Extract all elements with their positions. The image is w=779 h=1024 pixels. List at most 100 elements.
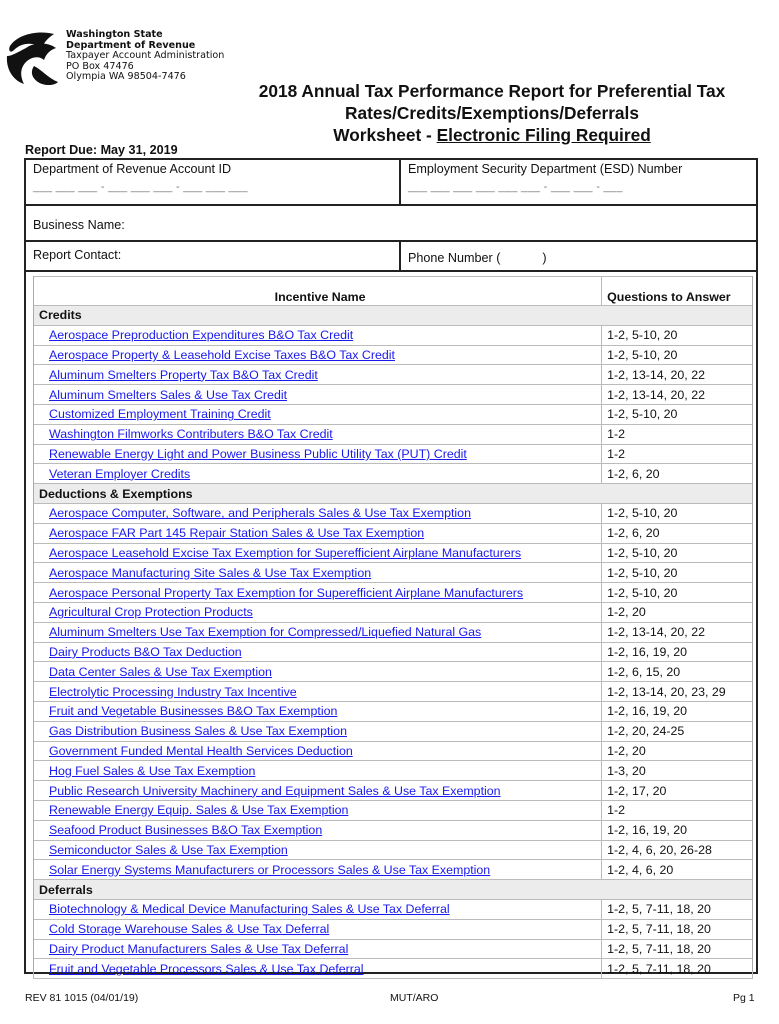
table-row: Aerospace Preproduction Expenditures B&O… [32, 324, 753, 346]
table-row: Aluminum Smelters Sales & Use Tax Credit… [32, 384, 753, 405]
table-header-row: Incentive Name Questions to Answer [32, 276, 753, 306]
incentive-link[interactable]: Cold Storage Warehouse Sales & Use Tax D… [49, 922, 329, 936]
questions-cell: 1-2, 4, 6, 20 [601, 859, 753, 881]
questions-cell: 1-2, 16, 19, 20 [601, 819, 753, 841]
incentive-link[interactable]: Dairy Product Manufacturers Sales & Use … [49, 942, 348, 956]
table-row: Agricultural Crop Protection Products 1-2… [32, 601, 753, 623]
table-row: Aluminum Smelters Use Tax Exemption for … [32, 621, 753, 643]
agency-city: Olympia WA 98504-7476 [66, 71, 186, 83]
account-id-field[interactable]: ___ ___ ___ - ___ ___ ___ - ___ ___ ___ [33, 181, 248, 193]
incentive-name-cell: Veteran Employer Credits [32, 463, 603, 485]
incentive-link[interactable]: Aerospace Computer, Software, and Periph… [49, 506, 471, 520]
incentive-link[interactable]: Seafood Product Businesses B&O Tax Exemp… [49, 823, 322, 837]
incentive-link[interactable]: Hog Fuel Sales & Use Tax Exemption [49, 764, 255, 778]
incentive-name-cell: Renewable Energy Equip. Sales & Use Tax … [32, 799, 603, 821]
incentive-link[interactable]: Agricultural Crop Protection Products [49, 605, 253, 619]
incentive-name-cell: Agricultural Crop Protection Products [32, 601, 603, 623]
questions-cell: 1-2, 5, 7-11, 18, 20 [601, 898, 753, 920]
incentive-link[interactable]: Solar Energy Systems Manufacturers or Pr… [49, 863, 490, 877]
incentive-link[interactable]: Aerospace Property & Leasehold Excise Ta… [49, 348, 395, 362]
incentive-link[interactable]: Electrolytic Processing Industry Tax Inc… [49, 685, 297, 699]
divider [24, 240, 758, 242]
incentive-link[interactable]: Renewable Energy Light and Power Busines… [49, 447, 467, 461]
incentive-link[interactable]: Semiconductor Sales & Use Tax Exemption [49, 843, 288, 857]
incentive-name-cell: Aerospace Computer, Software, and Periph… [32, 502, 603, 524]
phone-number-field[interactable]: Phone Number ( ) [408, 251, 547, 265]
incentive-link[interactable]: Gas Distribution Business Sales & Use Ta… [49, 724, 347, 738]
incentive-link[interactable]: Fruit and Vegetable Businesses B&O Tax E… [49, 704, 337, 718]
questions-cell: 1-2, 5-10, 20 [601, 344, 753, 366]
divider [24, 204, 758, 206]
questions-cell: 1-2, 13-14, 20, 22 [601, 621, 753, 643]
section-title: Credits [33, 305, 753, 326]
section-header-row: Deferrals [33, 879, 753, 900]
incentive-link[interactable]: Government Funded Mental Health Services… [49, 744, 353, 758]
table-row: Dairy Product Manufacturers Sales & Use … [32, 938, 753, 960]
table-row: Aerospace Manufacturing Site Sales & Use… [32, 562, 753, 584]
questions-cell: 1-2, 5, 7-11, 18, 20 [601, 938, 753, 960]
incentive-link[interactable]: Aluminum Smelters Use Tax Exemption for … [49, 625, 481, 639]
incentive-link[interactable]: Aluminum Smelters Sales & Use Tax Credit [49, 388, 287, 402]
document-title: 2018 Annual Tax Performance Report for P… [222, 80, 762, 146]
questions-cell: 1-2, 13-14, 20, 22 [601, 364, 753, 386]
divider [399, 241, 401, 271]
questions-cell: 1-2, 6, 20 [601, 463, 753, 485]
incentive-name-cell: Solar Energy Systems Manufacturers or Pr… [32, 859, 603, 881]
questions-cell: 1-2, 5-10, 20 [601, 582, 753, 603]
incentive-table: Incentive Name Questions to Answer Credi… [32, 276, 753, 980]
incentive-link[interactable]: Aerospace Preproduction Expenditures B&O… [49, 328, 353, 342]
table-row: Renewable Energy Light and Power Busines… [32, 443, 753, 465]
questions-cell: 1-2, 4, 6, 20, 26-28 [601, 839, 753, 861]
table-row: Fruit and Vegetable Businesses B&O Tax E… [32, 700, 753, 722]
incentive-name-cell: Cold Storage Warehouse Sales & Use Tax D… [32, 918, 603, 940]
incentive-link[interactable]: Biotechnology & Medical Device Manufactu… [49, 902, 450, 916]
incentive-name-cell: Seafood Product Businesses B&O Tax Exemp… [32, 819, 603, 841]
incentive-link[interactable]: Aerospace Manufacturing Site Sales & Use… [49, 566, 371, 580]
incentive-link[interactable]: Renewable Energy Equip. Sales & Use Tax … [49, 803, 348, 817]
questions-cell: 1-2, 17, 20 [601, 780, 753, 801]
incentive-name-cell: Aluminum Smelters Use Tax Exemption for … [32, 621, 603, 643]
incentive-link[interactable]: Aerospace Personal Property Tax Exemptio… [49, 586, 523, 600]
esd-number-field[interactable]: ___ ___ ___ ___ ___ ___ - ___ ___ - ___ [408, 181, 623, 193]
questions-cell: 1-2, 5, 7-11, 18, 20 [601, 958, 753, 980]
incentive-name-cell: Biotechnology & Medical Device Manufactu… [32, 898, 603, 920]
table-row: Renewable Energy Equip. Sales & Use Tax … [32, 799, 753, 821]
table-row: Seafood Product Businesses B&O Tax Exemp… [32, 819, 753, 841]
dor-logo-icon [6, 32, 58, 85]
incentive-name-cell: Gas Distribution Business Sales & Use Ta… [32, 720, 603, 742]
incentive-link[interactable]: Aerospace FAR Part 145 Repair Station Sa… [49, 526, 424, 540]
table-row: Fruit and Vegetable Processors Sales & U… [32, 958, 753, 980]
business-name-field[interactable]: Business Name: [33, 218, 125, 232]
incentive-link[interactable]: Fruit and Vegetable Processors Sales & U… [49, 962, 364, 976]
questions-cell: 1-2, 5-10, 20 [601, 562, 753, 584]
incentive-link[interactable]: Washington Filmworks Contributers B&O Ta… [49, 427, 333, 441]
incentive-name-cell: Semiconductor Sales & Use Tax Exemption [32, 839, 603, 861]
incentive-name-cell: Data Center Sales & Use Tax Exemption [32, 661, 603, 683]
incentive-link[interactable]: Aerospace Leasehold Excise Tax Exemption… [49, 546, 521, 560]
incentive-link[interactable]: Data Center Sales & Use Tax Exemption [49, 665, 272, 679]
incentive-name-cell: Customized Employment Training Credit [32, 403, 603, 425]
section-header-row: Deductions & Exemptions [33, 483, 753, 504]
incentive-link[interactable]: Aluminum Smelters Property Tax B&O Tax C… [49, 368, 318, 382]
questions-cell: 1-2, 6, 20 [601, 522, 753, 544]
table-row: Washington Filmworks Contributers B&O Ta… [32, 423, 753, 445]
incentive-name-cell: Aerospace FAR Part 145 Repair Station Sa… [32, 522, 603, 544]
incentive-name-cell: Electrolytic Processing Industry Tax Inc… [32, 681, 603, 702]
report-contact-field[interactable]: Report Contact: [33, 248, 121, 262]
table-row: Aerospace Leasehold Excise Tax Exemption… [32, 542, 753, 564]
incentive-name-cell: Fruit and Vegetable Processors Sales & U… [32, 958, 603, 980]
agency-address: Washington State Department of Revenue T… [66, 29, 224, 83]
table-row: Veteran Employer Credits 1-2, 6, 20 [32, 463, 753, 485]
questions-cell: 1-2, 5-10, 20 [601, 324, 753, 346]
incentive-link[interactable]: Veteran Employer Credits [49, 467, 190, 481]
table-row: Aerospace Property & Leasehold Excise Ta… [32, 344, 753, 366]
table-row: Aluminum Smelters Property Tax B&O Tax C… [32, 364, 753, 386]
title-line-2: Rates/Credits/Exemptions/Deferrals [345, 103, 639, 123]
footer-division-code: MUT/ARO [390, 992, 439, 1004]
incentive-link[interactable]: Customized Employment Training Credit [49, 407, 271, 421]
incentive-link[interactable]: Public Research University Machinery and… [49, 784, 501, 798]
table-row: Aerospace FAR Part 145 Repair Station Sa… [32, 522, 753, 544]
section-header-row: Credits [33, 305, 753, 326]
incentive-link[interactable]: Dairy Products B&O Tax Deduction [49, 645, 242, 659]
questions-cell: 1-2, 5-10, 20 [601, 542, 753, 564]
